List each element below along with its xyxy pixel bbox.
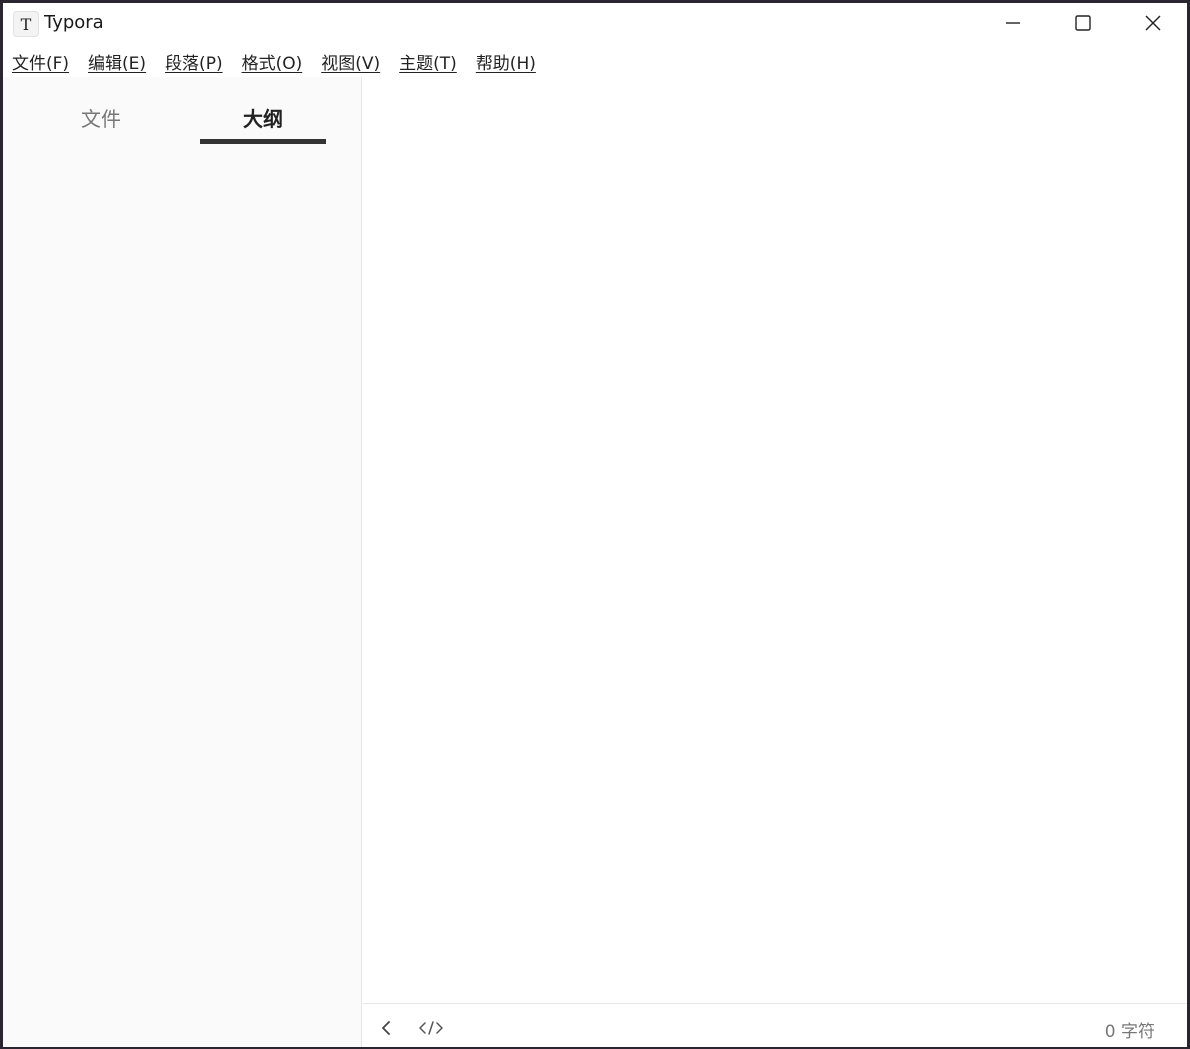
status-bar: 0 字符 <box>363 1003 1187 1047</box>
source-mode-button[interactable] <box>419 1016 443 1040</box>
menu-paragraph[interactable]: 段落(P) <box>165 49 223 74</box>
menu-file[interactable]: 文件(F) <box>12 49 69 74</box>
minimize-button[interactable] <box>978 3 1048 43</box>
active-tab-indicator <box>200 139 326 144</box>
menu-format[interactable]: 格式(O) <box>242 49 303 74</box>
tab-outline[interactable]: 大纲 <box>200 103 326 132</box>
title-bar[interactable]: T Typora <box>3 3 1187 43</box>
app-icon: T <box>13 11 39 37</box>
menu-help[interactable]: 帮助(H) <box>476 49 536 74</box>
typora-window: T Typora 文件(F) 编辑(E) 段落(P) 格式(O) 视图(V) 主… <box>3 3 1187 1047</box>
tab-files[interactable]: 文件 <box>38 103 164 132</box>
maximize-icon <box>1075 15 1091 31</box>
code-icon <box>419 1021 443 1035</box>
menu-view[interactable]: 视图(V) <box>321 49 380 74</box>
chevron-left-icon <box>382 1021 390 1035</box>
close-icon <box>1145 15 1161 31</box>
window-title: Typora <box>44 12 104 33</box>
editor-area[interactable] <box>363 77 1187 1003</box>
toggle-sidebar-button[interactable] <box>374 1016 398 1040</box>
sidebar: 文件 大纲 <box>3 77 362 1047</box>
menu-edit[interactable]: 编辑(E) <box>88 49 146 74</box>
maximize-button[interactable] <box>1048 3 1118 43</box>
menu-bar: 文件(F) 编辑(E) 段落(P) 格式(O) 视图(V) 主题(T) 帮助(H… <box>3 45 1187 77</box>
close-button[interactable] <box>1118 3 1187 43</box>
word-count[interactable]: 0 字符 <box>1105 1017 1155 1042</box>
minimize-icon <box>1006 22 1020 24</box>
menu-theme[interactable]: 主题(T) <box>399 49 457 74</box>
